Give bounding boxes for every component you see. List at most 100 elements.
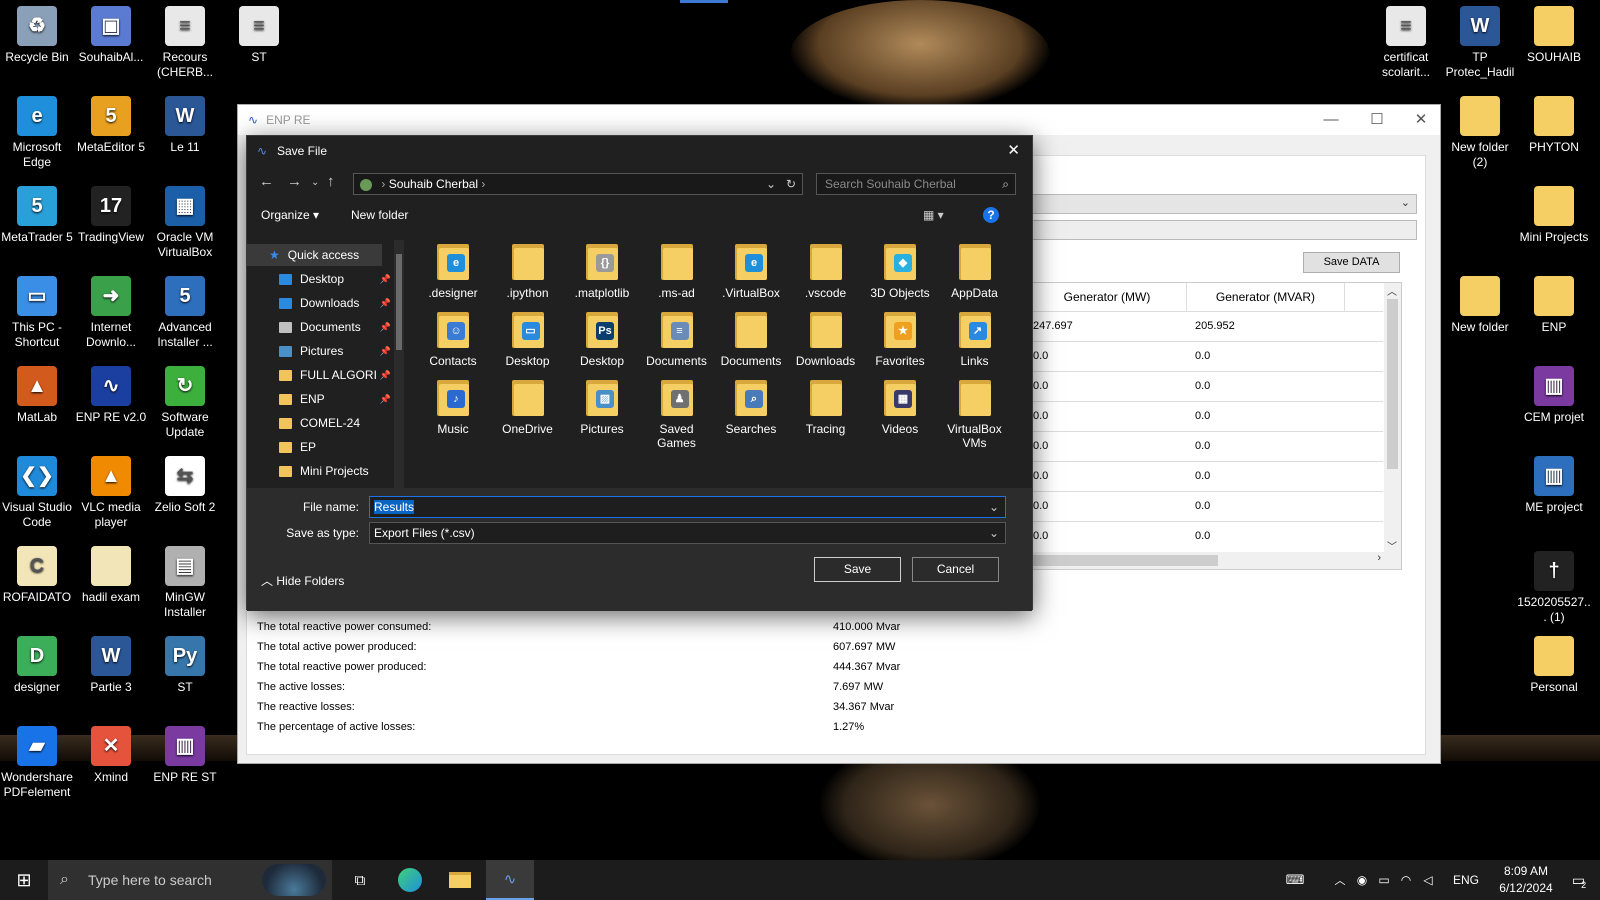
clock[interactable]: 8:09 AM 6/12/2024 xyxy=(1488,860,1564,900)
folder-item[interactable]: ▦ Videos xyxy=(864,376,936,436)
desktop-icon[interactable]: Personal xyxy=(1517,630,1591,695)
desktop-icon[interactable]: ▥ ME project xyxy=(1517,450,1591,515)
desktop-icon[interactable]: 5 MetaTrader 5 xyxy=(0,180,74,245)
meet-now-icon[interactable]: ◉ xyxy=(1352,860,1372,900)
desktop-icon[interactable]: ▥ CEM projet xyxy=(1517,360,1591,425)
chevron-down-icon[interactable]: ⌄ xyxy=(989,523,999,543)
taskbar-edge-icon[interactable] xyxy=(386,860,434,900)
back-icon[interactable]: ← xyxy=(259,173,274,190)
folder-item[interactable]: ≡ Documents xyxy=(641,308,713,368)
desktop-icon[interactable]: Mini Projects xyxy=(1517,180,1591,245)
save-type-select[interactable]: Export Files (*.csv) ⌄ xyxy=(369,522,1006,544)
search-input[interactable]: Search Souhaib Cherbal ⌕ xyxy=(816,173,1016,195)
desktop-icon[interactable]: ♻ Recycle Bin xyxy=(0,0,74,65)
desktop-icon[interactable]: e Microsoft Edge xyxy=(0,90,74,170)
desktop-icon[interactable]: ▲ VLC media player xyxy=(74,450,148,530)
desktop-icon[interactable]: W Partie 3 xyxy=(74,630,148,695)
desktop-icon[interactable]: ⇆ Zelio Soft 2 xyxy=(148,450,222,515)
desktop-icon[interactable]: hadil exam xyxy=(74,540,148,605)
folder-item[interactable]: ☺ Contacts xyxy=(417,308,489,368)
nav-item[interactable]: COMEL-24 xyxy=(279,412,397,434)
app-input-field[interactable] xyxy=(1017,220,1417,240)
desktop-icon[interactable]: ▦ Oracle VM VirtualBox xyxy=(148,180,222,260)
wifi-icon[interactable]: ◠ xyxy=(1396,860,1416,900)
desktop-icon[interactable]: C ROFAIDATO xyxy=(0,540,74,605)
refresh-icon[interactable]: ↻ xyxy=(786,174,796,194)
desktop-icon[interactable]: SOUHAIB xyxy=(1517,0,1591,65)
desktop-icon[interactable]: W Le 11 xyxy=(148,90,222,155)
maximize-button[interactable]: ☐ xyxy=(1354,105,1400,135)
nav-item[interactable]: Documents 📌 xyxy=(279,316,397,338)
desktop-icon[interactable]: ▥ ENP RE ST xyxy=(148,720,222,785)
desktop-icon[interactable]: ➜ Internet Downlo... xyxy=(74,270,148,350)
cancel-button[interactable]: Cancel xyxy=(912,557,999,582)
nav-item[interactable]: EP xyxy=(279,436,397,458)
save-data-button[interactable]: Save DATA xyxy=(1303,252,1400,273)
folder-item[interactable]: OneDrive xyxy=(492,376,564,436)
app-combobox[interactable]: ⌄ xyxy=(1017,194,1417,214)
folder-item[interactable]: .ipython xyxy=(492,240,564,300)
desktop-icon[interactable]: ∿ ENP RE v2.0 xyxy=(74,360,148,425)
folder-item[interactable]: .ms-ad xyxy=(641,240,713,300)
windows-start-icon[interactable]: ⊞ xyxy=(0,860,48,900)
address-bar[interactable]: › Souhaib Cherbal › ⌄ ↻ xyxy=(353,173,803,195)
folder-item[interactable]: AppData xyxy=(939,240,1011,300)
desktop-icon[interactable]: Ddesigner xyxy=(0,630,74,695)
desktop-icon[interactable]: ❮❯ Visual Studio Code xyxy=(0,450,74,530)
save-button[interactable]: Save xyxy=(814,557,901,582)
navigation-scrollbar[interactable] xyxy=(394,240,404,488)
folder-item[interactable]: VirtualBox VMs xyxy=(939,376,1011,450)
address-dropdown-icon[interactable]: ⌄ xyxy=(766,174,776,194)
nav-item[interactable]: Mini Projects xyxy=(279,460,397,482)
folder-item[interactable]: ♪ Music xyxy=(417,376,489,436)
taskbar-search-input[interactable]: ⌕ Type here to search xyxy=(48,860,332,900)
view-options-icon[interactable]: ▦ ▾ xyxy=(923,208,944,222)
folder-item[interactable]: ★ Favorites xyxy=(864,308,936,368)
folder-item[interactable]: Documents xyxy=(715,308,787,368)
close-dialog-button[interactable]: ✕ xyxy=(1007,136,1020,166)
desktop-icon[interactable]: PHYTON xyxy=(1517,90,1591,155)
chevron-down-icon[interactable]: ⌄ xyxy=(989,497,999,517)
desktop-icon[interactable]: ≡ ST xyxy=(222,0,296,65)
desktop-icon[interactable]: ↻ Software Update xyxy=(148,360,222,440)
desktop-icon[interactable]: † 1520205527... (1) xyxy=(1517,545,1591,625)
desktop-icon[interactable]: ✕ Xmind xyxy=(74,720,148,785)
desktop-icon[interactable]: 5 Advanced Installer ... xyxy=(148,270,222,350)
recent-locations-icon[interactable]: ⌄ xyxy=(311,177,319,188)
hide-folders-button[interactable]: ︿ Hide Folders xyxy=(261,572,344,589)
table-vertical-scrollbar[interactable]: ︿ ﹀ xyxy=(1384,283,1401,553)
column-header[interactable]: Generator (MW) xyxy=(1028,283,1187,311)
quick-access-item[interactable]: ★ Quick access xyxy=(269,244,387,266)
desktop-icon[interactable]: New folder (2) xyxy=(1443,90,1517,170)
desktop-icon[interactable]: New folder xyxy=(1443,270,1517,335)
desktop-icon[interactable]: ▭ This PC - Shortcut xyxy=(0,270,74,350)
folder-item[interactable]: ▭ Desktop xyxy=(492,308,564,368)
desktop-icon[interactable]: Py ST xyxy=(148,630,222,695)
battery-icon[interactable]: ▭ xyxy=(1374,860,1394,900)
organize-menu[interactable]: Organize ▾ xyxy=(261,208,319,222)
keyboard-icon[interactable]: ⌨ xyxy=(1280,860,1310,900)
forward-icon[interactable]: → xyxy=(287,173,302,190)
breadcrumb-user[interactable]: Souhaib Cherbal xyxy=(389,177,478,191)
nav-item[interactable]: Desktop 📌 xyxy=(279,268,397,290)
desktop-icon[interactable]: ▰ Wondershare PDFelement xyxy=(0,720,74,800)
desktop-icon[interactable]: ▤ MinGW Installer xyxy=(148,540,222,620)
desktop-icon[interactable]: 17 TradingView xyxy=(74,180,148,245)
folder-item[interactable]: Tracing xyxy=(790,376,862,436)
folder-item[interactable]: ◆ 3D Objects xyxy=(864,240,936,300)
folder-item[interactable]: Ps Desktop xyxy=(566,308,638,368)
folder-item[interactable]: {} .matplotlib xyxy=(566,240,638,300)
nav-item[interactable]: ENP 📌 xyxy=(279,388,397,410)
folder-item[interactable]: ↗ Links xyxy=(939,308,1011,368)
show-hidden-icons[interactable]: ︿ xyxy=(1330,860,1350,900)
desktop-icon[interactable]: ≡ Recours (CHERB... xyxy=(148,0,222,80)
file-explorer-icon[interactable] xyxy=(436,860,484,900)
folder-item[interactable]: e .VirtualBox xyxy=(715,240,787,300)
folder-item[interactable]: Downloads xyxy=(790,308,862,368)
desktop-icon[interactable]: ENP xyxy=(1517,270,1591,335)
folder-item[interactable]: ⌕ Searches xyxy=(715,376,787,436)
folder-item[interactable]: .vscode xyxy=(790,240,862,300)
task-view-icon[interactable]: ⧉ xyxy=(336,860,384,900)
minimize-button[interactable]: — xyxy=(1308,105,1354,135)
nav-item[interactable]: FULL ALGORI 📌 xyxy=(279,364,397,386)
